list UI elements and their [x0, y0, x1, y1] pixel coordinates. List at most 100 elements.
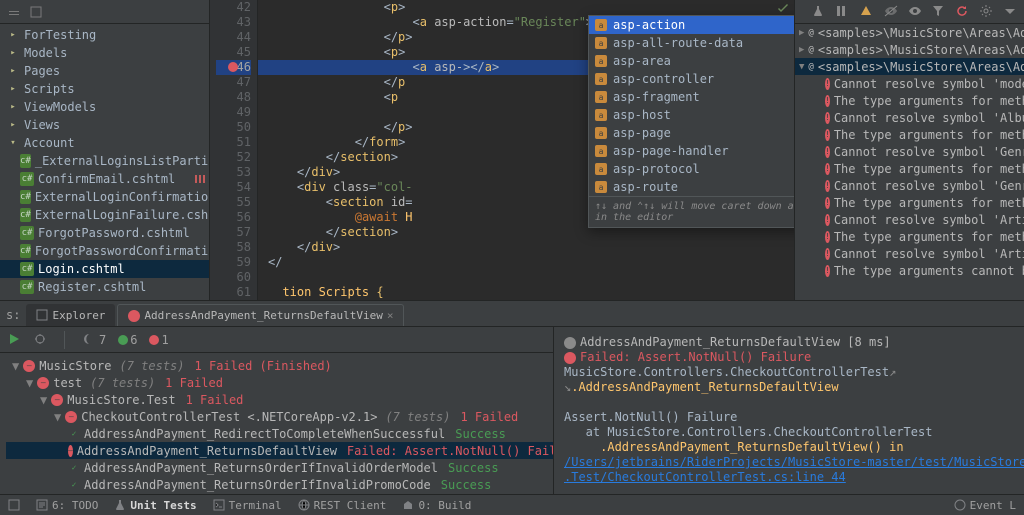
- line-number: 48: [216, 90, 251, 105]
- code-line[interactable]: <p>: [258, 0, 794, 15]
- error-item[interactable]: !The type arguments for method: [795, 228, 1024, 245]
- file-item[interactable]: c#Login.cshtml: [0, 260, 209, 278]
- eye-off-icon[interactable]: [884, 5, 898, 19]
- debug-icon[interactable]: [34, 333, 48, 347]
- completion-item[interactable]: aasp-fragment: [589, 88, 794, 106]
- cshtml-file-icon: c#: [20, 262, 34, 276]
- completion-item[interactable]: aasp-protocol: [589, 160, 794, 178]
- filter-icon[interactable]: [932, 5, 946, 19]
- completion-popup[interactable]: aasp-actionaasp-all-route-dataaasp-areaa…: [588, 15, 794, 228]
- file-item[interactable]: c#ConfirmEmail.cshtml: [0, 170, 209, 188]
- cshtml-file-icon: c#: [20, 172, 34, 186]
- error-item[interactable]: !The type arguments for method: [795, 126, 1024, 143]
- error-item[interactable]: !Cannot resolve symbol 'model': [795, 75, 1024, 92]
- error-item[interactable]: !Cannot resolve symbol 'ArtistId: [795, 245, 1024, 262]
- folder-item[interactable]: ▾Account: [0, 134, 209, 152]
- line-number: 53: [216, 165, 251, 180]
- chevron-right-icon: ▶: [799, 27, 804, 39]
- breakpoint-icon[interactable]: [228, 62, 238, 72]
- folder-item[interactable]: ▸ViewModels: [0, 98, 209, 116]
- flask-icon[interactable]: [812, 5, 826, 19]
- file-item[interactable]: c#ForgotPasswordConfirmatic: [0, 242, 209, 260]
- chevron-down-icon: ▼: [12, 359, 19, 373]
- status-tool-button[interactable]: REST Client: [298, 499, 387, 512]
- expand-all-icon[interactable]: [28, 4, 44, 20]
- folder-item[interactable]: ▸Views: [0, 116, 209, 134]
- error-group[interactable]: ▶@<samples>\MusicStore\Areas\Ad: [795, 24, 1024, 41]
- status-tool-button[interactable]: Terminal: [213, 499, 282, 512]
- code-line[interactable]: tion Scripts {: [258, 285, 794, 300]
- err-count[interactable]: 1: [149, 333, 168, 347]
- refresh-icon[interactable]: [956, 5, 970, 19]
- editor-gutter: 4243444546474849505152535455565758596061…: [210, 0, 258, 300]
- completion-item[interactable]: aasp-area: [589, 52, 794, 70]
- unit-tests-tab[interactable]: AddressAndPayment_ReturnsDefaultView ×: [117, 304, 404, 326]
- completion-item[interactable]: aasp-host: [589, 106, 794, 124]
- folder-item[interactable]: ▸ForTesting: [0, 26, 209, 44]
- settings-icon[interactable]: [980, 5, 994, 19]
- error-item[interactable]: !Cannot resolve symbol 'ArtistId: [795, 211, 1024, 228]
- code-line[interactable]: </: [258, 255, 794, 270]
- errors-panel: ▶@<samples>\MusicStore\Areas\Ad▶@<sample…: [794, 0, 1024, 300]
- completion-item[interactable]: aasp-route: [589, 178, 794, 196]
- unit-tests-tabs: s: ExplorerAddressAndPayment_ReturnsDefa…: [0, 301, 1024, 327]
- run-icon[interactable]: [8, 333, 22, 347]
- more-icon[interactable]: [1004, 5, 1018, 19]
- explorer-toolbar: [0, 0, 209, 24]
- attribute-icon: a: [595, 19, 607, 31]
- completion-item[interactable]: aasp-page: [589, 124, 794, 142]
- status-tool-button[interactable]: Unit Tests: [114, 499, 196, 512]
- warning-icon[interactable]: [860, 5, 874, 19]
- error-item[interactable]: !Cannot resolve symbol 'GenreId: [795, 143, 1024, 160]
- close-icon[interactable]: ×: [387, 309, 394, 322]
- collapse-all-icon[interactable]: [6, 4, 22, 20]
- test-node[interactable]: ✓AddressAndPayment_ReturnsOrderIfInvalid…: [6, 476, 553, 493]
- completion-item[interactable]: aasp-action: [589, 16, 794, 34]
- error-group[interactable]: ▶@<samples>\MusicStore\Areas\Ad: [795, 41, 1024, 58]
- error-item[interactable]: !The type arguments for method: [795, 160, 1024, 177]
- unit-tests-tab[interactable]: Explorer: [26, 304, 115, 326]
- error-item[interactable]: !The type arguments for method: [795, 92, 1024, 109]
- test-node[interactable]: ✓AddressAndPayment_RedirectToCompleteWhe…: [6, 425, 553, 442]
- test-node[interactable]: –AddressAndPayment_ReturnsDefaultViewFai…: [6, 442, 553, 459]
- error-icon: !: [825, 231, 830, 243]
- error-item[interactable]: !The type arguments cannot be i: [795, 262, 1024, 279]
- cshtml-file-icon: c#: [20, 190, 31, 204]
- error-icon: !: [825, 78, 830, 90]
- error-group[interactable]: ▼@<samples>\MusicStore\Areas\Ad: [795, 58, 1024, 75]
- folder-icon: ▸: [6, 118, 20, 132]
- test-node[interactable]: ▼–MusicStore(7 tests)1 Failed (Finished): [6, 357, 553, 374]
- error-item[interactable]: !Cannot resolve symbol 'GenreId: [795, 177, 1024, 194]
- test-node[interactable]: ▼–CheckoutControllerTest <.NETCoreApp-v2…: [6, 408, 553, 425]
- folder-item[interactable]: ▸Pages: [0, 62, 209, 80]
- completion-item[interactable]: aasp-controller: [589, 70, 794, 88]
- completion-item[interactable]: aasp-all-route-data: [589, 34, 794, 52]
- folder-item[interactable]: ▸Models: [0, 44, 209, 62]
- test-node[interactable]: ▼–MusicStore.Test1 Failed: [6, 391, 553, 408]
- eye-icon[interactable]: [908, 5, 922, 19]
- at-icon: @: [808, 27, 813, 39]
- ok-count[interactable]: 6: [118, 333, 137, 347]
- test-node[interactable]: ✓AddressAndPayment_ReturnsOrderIfInvalid…: [6, 459, 553, 476]
- status-tool-button[interactable]: 0: Build: [402, 499, 471, 512]
- file-item[interactable]: c#ForgotPassword.cshtml: [0, 224, 209, 242]
- clock-icon: [564, 337, 576, 349]
- code-line[interactable]: [258, 270, 794, 285]
- file-item[interactable]: c#_ExternalLoginsListPartial.cs: [0, 152, 209, 170]
- file-item[interactable]: c#ExternalLoginConfirmation: [0, 188, 209, 206]
- event-log-button[interactable]: Event L: [954, 499, 1016, 512]
- pause-icon[interactable]: [836, 5, 850, 19]
- code-editor[interactable]: 4243444546474849505152535455565758596061…: [210, 0, 794, 300]
- attribute-icon: a: [595, 163, 607, 175]
- folder-item[interactable]: ▸Scripts: [0, 80, 209, 98]
- code-line[interactable]: </div>: [258, 240, 794, 255]
- moon-icon[interactable]: [81, 333, 95, 347]
- file-item[interactable]: c#Register.cshtml: [0, 278, 209, 296]
- file-item[interactable]: c#ExternalLoginFailure.cshtml: [0, 206, 209, 224]
- completion-item[interactable]: aasp-page-handler: [589, 142, 794, 160]
- error-item[interactable]: !Cannot resolve symbol 'AlbumId: [795, 109, 1024, 126]
- error-item[interactable]: !The type arguments for method: [795, 194, 1024, 211]
- status-tool-button[interactable]: 6: TODO: [36, 499, 98, 512]
- test-node[interactable]: ▼–test(7 tests)1 Failed: [6, 374, 553, 391]
- status-menu-icon[interactable]: [8, 499, 20, 511]
